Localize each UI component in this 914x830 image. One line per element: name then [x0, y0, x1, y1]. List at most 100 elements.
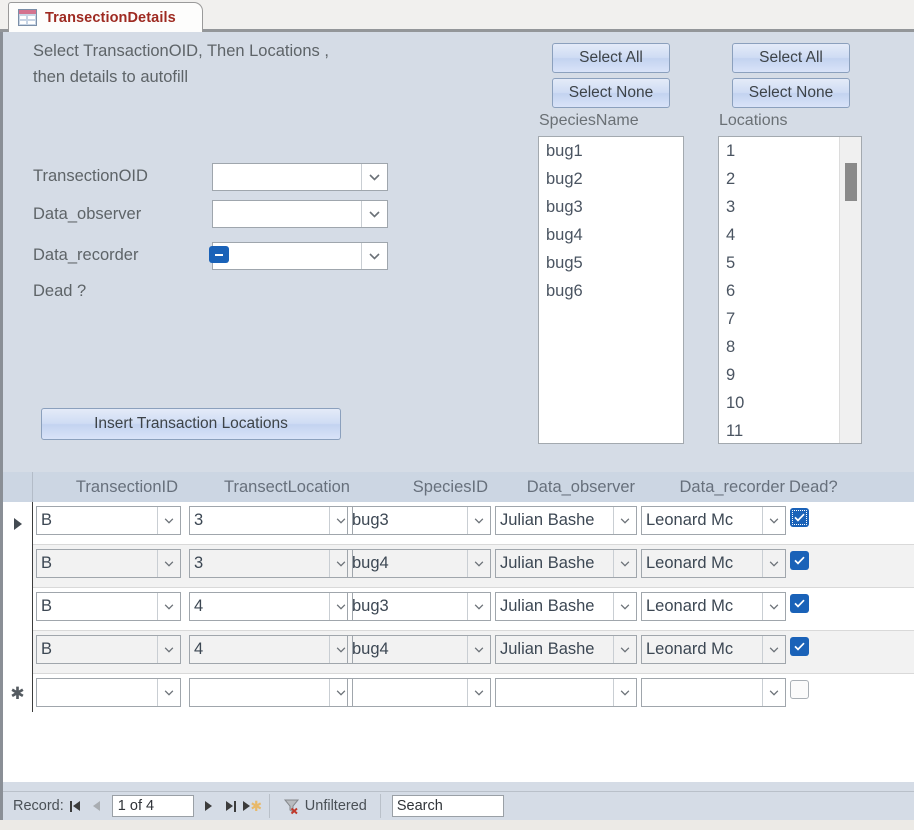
chevron-down-icon[interactable]	[157, 636, 180, 663]
cell-data-observer[interactable]: Julian Bashe	[495, 592, 637, 621]
cell-speciesid[interactable]	[347, 678, 491, 707]
locations-listbox[interactable]: 1 2 3 4 5 6 7 8 9 10 11	[718, 136, 862, 444]
form-instructions-line2: then details to autofill	[33, 68, 189, 86]
column-header-data-observer[interactable]: Data_observer	[493, 472, 635, 502]
filter-status-button[interactable]: Unfiltered	[275, 798, 375, 815]
combo-transectionoid[interactable]	[212, 163, 388, 191]
list-item[interactable]: bug2	[539, 165, 683, 193]
chevron-down-icon[interactable]	[361, 164, 387, 190]
chevron-down-icon[interactable]	[762, 550, 785, 577]
chevron-down-icon[interactable]	[157, 550, 180, 577]
column-header-transectlocation[interactable]: TransectLocation	[186, 472, 350, 502]
locations-select-all-button[interactable]: Select All	[732, 43, 850, 73]
chevron-down-icon[interactable]	[361, 243, 387, 269]
cell-data-observer[interactable]: Julian Bashe	[495, 506, 637, 535]
record-selector[interactable]	[3, 545, 33, 588]
cell-dead-checkbox[interactable]	[790, 680, 809, 699]
cell-data-recorder[interactable]: Leonard Mc	[641, 635, 786, 664]
cell-speciesid[interactable]: bug4	[347, 549, 491, 578]
chevron-down-icon[interactable]	[762, 679, 785, 706]
locations-scrollbar[interactable]	[839, 137, 861, 443]
species-select-none-button[interactable]: Select None	[552, 78, 670, 108]
cell-data-recorder[interactable]: Leonard Mc	[641, 592, 786, 621]
cell-data-recorder[interactable]: Leonard Mc	[641, 506, 786, 535]
cell-transectlocation[interactable]	[189, 678, 353, 707]
scrollbar-thumb[interactable]	[845, 163, 857, 201]
record-selector[interactable]	[3, 588, 33, 631]
combo-data-recorder[interactable]	[212, 242, 388, 270]
column-header-dead[interactable]: Dead?	[789, 472, 843, 502]
column-header-transectionid[interactable]: TransectionID	[33, 472, 178, 502]
table-row[interactable]: B 4 bug3 Julian Bashe Leonard Mc	[33, 588, 914, 631]
search-input[interactable]: Search	[391, 795, 504, 817]
list-item[interactable]: bug3	[539, 193, 683, 221]
cell-data-observer[interactable]: Julian Bashe	[495, 549, 637, 578]
chevron-down-icon[interactable]	[762, 507, 785, 534]
cell-transectlocation[interactable]: 3	[189, 506, 353, 535]
cell-transectionid[interactable]	[36, 678, 181, 707]
chevron-down-icon[interactable]	[467, 679, 490, 706]
chevron-down-icon[interactable]	[361, 201, 387, 227]
select-all-records-corner[interactable]	[3, 472, 33, 502]
chevron-down-icon[interactable]	[613, 593, 636, 620]
chevron-down-icon[interactable]	[613, 679, 636, 706]
chevron-down-icon[interactable]	[157, 593, 180, 620]
insert-transaction-locations-button[interactable]: Insert Transaction Locations	[41, 408, 341, 440]
chevron-down-icon[interactable]	[467, 593, 490, 620]
cell-speciesid[interactable]: bug4	[347, 635, 491, 664]
chevron-down-icon[interactable]	[157, 507, 180, 534]
current-record-box[interactable]: 1 of 4	[111, 795, 194, 817]
new-record-row[interactable]	[33, 674, 914, 712]
list-item[interactable]: bug6	[539, 277, 683, 305]
chevron-down-icon[interactable]	[467, 550, 490, 577]
new-record-asterisk-icon: ✱	[10, 683, 25, 703]
table-row[interactable]: B 4 bug4 Julian Bashe Leonard Mc	[33, 631, 914, 674]
cell-transectionid[interactable]: B	[36, 592, 181, 621]
chevron-down-icon[interactable]	[467, 636, 490, 663]
new-record-selector[interactable]: ✱	[3, 674, 33, 712]
previous-record-button[interactable]	[86, 794, 108, 818]
new-record-button[interactable]: ✱	[242, 794, 264, 818]
chevron-down-icon[interactable]	[762, 636, 785, 663]
cell-data-observer[interactable]	[495, 678, 637, 707]
cell-speciesid[interactable]: bug3	[347, 506, 491, 535]
species-select-all-button[interactable]: Select All	[552, 43, 670, 73]
cell-dead-checkbox[interactable]	[790, 594, 809, 613]
chevron-down-icon[interactable]	[613, 636, 636, 663]
record-selector[interactable]	[3, 502, 33, 545]
cell-transectionid[interactable]: B	[36, 635, 181, 664]
cell-data-recorder[interactable]: Leonard Mc	[641, 549, 786, 578]
column-header-speciesid[interactable]: SpeciesID	[344, 472, 488, 502]
next-record-button[interactable]	[198, 794, 220, 818]
list-item[interactable]: bug5	[539, 249, 683, 277]
document-tab-transectiondetails[interactable]: TransectionDetails	[8, 2, 203, 32]
list-item[interactable]: bug4	[539, 221, 683, 249]
table-row[interactable]: B 3 bug4 Julian Bashe Leonard Mc	[33, 545, 914, 588]
cell-dead-checkbox[interactable]	[790, 508, 809, 527]
record-selector[interactable]	[3, 631, 33, 674]
column-header-data-recorder[interactable]: Data_recorder	[640, 472, 785, 502]
cell-data-recorder[interactable]	[641, 678, 786, 707]
cell-transectionid[interactable]: B	[36, 506, 181, 535]
species-listbox[interactable]: bug1 bug2 bug3 bug4 bug5 bug6	[538, 136, 684, 444]
chevron-down-icon[interactable]	[467, 507, 490, 534]
cell-speciesid[interactable]: bug3	[347, 592, 491, 621]
first-record-button[interactable]	[64, 794, 86, 818]
cell-dead-checkbox[interactable]	[790, 637, 809, 656]
dead-checkbox[interactable]	[209, 246, 229, 263]
table-row[interactable]: B 3 bug3 Julian Bashe Leonard Mc	[33, 502, 914, 545]
cell-transectlocation[interactable]: 4	[189, 592, 353, 621]
list-item[interactable]: bug1	[539, 137, 683, 165]
locations-select-none-button[interactable]: Select None	[732, 78, 850, 108]
cell-transectlocation[interactable]: 3	[189, 549, 353, 578]
chevron-down-icon[interactable]	[157, 679, 180, 706]
cell-data-observer[interactable]: Julian Bashe	[495, 635, 637, 664]
chevron-down-icon[interactable]	[762, 593, 785, 620]
cell-dead-checkbox[interactable]	[790, 551, 809, 570]
chevron-down-icon[interactable]	[613, 550, 636, 577]
cell-transectionid[interactable]: B	[36, 549, 181, 578]
cell-transectlocation[interactable]: 4	[189, 635, 353, 664]
combo-data-observer[interactable]	[212, 200, 388, 228]
last-record-button[interactable]	[220, 794, 242, 818]
chevron-down-icon[interactable]	[613, 507, 636, 534]
